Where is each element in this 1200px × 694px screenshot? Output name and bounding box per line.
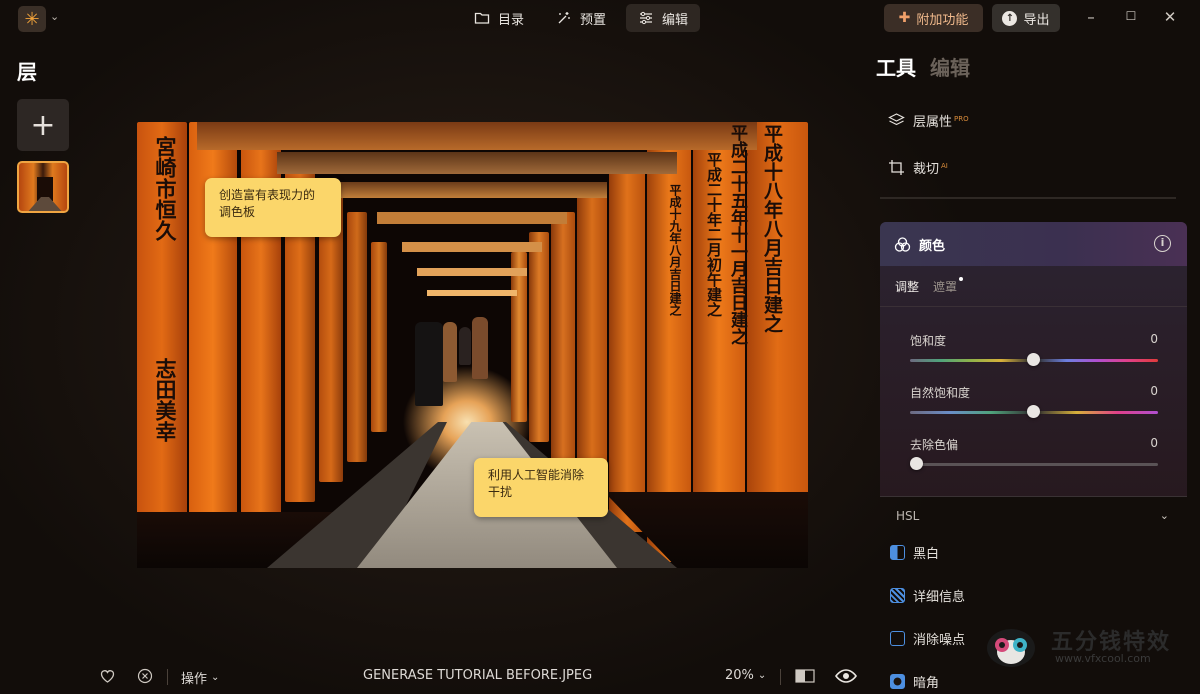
tab-catalog[interactable]: 目录 [462, 4, 536, 32]
magic-wand-icon [558, 12, 570, 24]
pillar-inscription: 平成十八年八月吉日建之 [761, 124, 783, 333]
main-nav-tabs: 目录 预置 编辑 [462, 4, 701, 34]
tool-black-white-label: 黑白 [913, 547, 940, 562]
subtab-adjust[interactable]: 调整 [895, 278, 919, 295]
chevron-down-icon: ⌄ [1159, 509, 1169, 522]
tool-vignette-label: 暗角 [913, 676, 940, 691]
maximize-icon[interactable]: ☐ [1121, 9, 1141, 23]
remove-cast-knob[interactable] [910, 457, 923, 470]
tab-presets[interactable]: 预置 [544, 4, 618, 32]
ai-badge: AI [941, 161, 948, 170]
tool-details[interactable]: 详细信息 [890, 586, 965, 605]
reject-icon[interactable] [137, 668, 153, 684]
tool-layer-properties[interactable]: 层属性 PRO [888, 111, 969, 130]
remove-cast-value: 0 [1150, 436, 1158, 450]
vibrance-slider[interactable]: 自然饱和度 0 [910, 384, 1158, 418]
denoise-icon [890, 631, 905, 646]
tool-black-white[interactable]: 黑白 [890, 543, 939, 562]
puzzle-icon: ✚ [898, 10, 911, 26]
callout-ai-remove: 利用人工智能消除 干扰 [474, 458, 608, 517]
watermark: 五分钱特效 www.vfxcool.com [985, 622, 1185, 674]
sliders-icon [640, 11, 653, 25]
minimize-icon[interactable]: – [1081, 8, 1101, 26]
tab-edits[interactable]: 编辑 [930, 52, 970, 81]
pillar-inscription: 平成二十年二月初午建之 [705, 152, 723, 317]
saturation-knob[interactable] [1027, 353, 1040, 366]
color-tool-card: 颜色 i 调整 遮罩 饱和度 0 自然饱和度 0 去除色偏 0 [880, 222, 1187, 496]
vibrance-label: 自然饱和度 [910, 386, 971, 400]
addons-label: 附加功能 [916, 12, 969, 28]
hsl-label: HSL [896, 508, 920, 523]
app-logo-button[interactable]: ✳ [18, 6, 46, 32]
mascot-logo-icon [987, 629, 1035, 667]
color-subtabs: 调整 遮罩 [895, 277, 964, 295]
layers-stack-icon [888, 113, 905, 126]
tool-denoise[interactable]: 消除噪点 [890, 629, 965, 648]
watermark-url: www.vfxcool.com [1055, 652, 1151, 665]
compare-icon[interactable] [795, 668, 815, 684]
tool-layer-properties-label: 层属性 [913, 115, 953, 130]
tool-crop-label: 裁切 [913, 162, 940, 177]
add-layer-button[interactable]: + [17, 99, 69, 151]
color-tool-header[interactable]: 颜色 i [880, 222, 1187, 266]
actions-menu[interactable]: 操作 ⌄ [181, 668, 219, 687]
export-button[interactable]: ↑ 导出 [992, 4, 1060, 32]
saturation-slider[interactable]: 饱和度 0 [910, 332, 1158, 366]
tab-catalog-label: 目录 [498, 12, 525, 28]
addons-button[interactable]: ✚ 附加功能 [884, 4, 983, 32]
layer-thumbnail[interactable] [17, 161, 69, 213]
pillar-inscription: 平成二十五年十一月吉日建之 [727, 124, 747, 345]
panel-tabs: 工具 编辑 [876, 52, 970, 81]
sun-logo-icon: ✳ [24, 8, 40, 30]
hsl-section[interactable]: HSL ⌄ [880, 496, 1187, 534]
folder-icon [474, 12, 490, 24]
chevron-down-icon: ⌄ [757, 670, 767, 681]
title-bar: ✳ ⌄ 目录 预置 编辑 ✚ 附加功能 ↑ 导出 – ☐ ✕ [0, 0, 1200, 38]
filename: GENERASE TUTORIAL BEFORE.JPEG [363, 668, 593, 683]
upload-icon: ↑ [1002, 10, 1018, 26]
close-icon[interactable]: ✕ [1160, 8, 1180, 26]
tab-edit[interactable]: 编辑 [626, 4, 701, 32]
vibrance-value: 0 [1150, 384, 1158, 398]
saturation-label: 饱和度 [910, 334, 947, 348]
tab-presets-label: 预置 [580, 12, 607, 28]
callout-color-palette: 创造富有表现力的 调色板 [205, 178, 341, 237]
pro-badge: PRO [954, 114, 969, 123]
chevron-down-icon[interactable]: ⌄ [50, 10, 59, 23]
tool-denoise-label: 消除噪点 [913, 633, 966, 648]
heart-icon[interactable] [99, 668, 116, 684]
tab-tools[interactable]: 工具 [876, 52, 916, 81]
pillar-inscription: 宮崎市恒久 [153, 136, 178, 241]
chevron-down-icon: ⌄ [211, 672, 220, 683]
app-window: ✳ ⌄ 目录 预置 编辑 ✚ 附加功能 ↑ 导出 – ☐ ✕ 层 + 宮崎市恒久… [0, 0, 1200, 694]
zoom-select[interactable]: 20% ⌄ [725, 668, 766, 683]
layers-title: 层 [17, 60, 37, 84]
vibrance-knob[interactable] [1027, 405, 1040, 418]
remove-cast-label: 去除色偏 [910, 438, 959, 452]
export-label: 导出 [1023, 12, 1050, 28]
subtab-mask[interactable]: 遮罩 [933, 277, 964, 295]
pillar-inscription: 志田美幸 [153, 358, 178, 442]
saturation-value: 0 [1150, 332, 1158, 346]
photo-canvas[interactable]: 宮崎市恒久 志田美幸 平成十八年八月吉日建之 平成二十五年十一月吉日建之 平成二… [137, 122, 808, 568]
tool-details-label: 详细信息 [913, 590, 966, 605]
crop-icon [889, 160, 904, 175]
tool-crop[interactable]: 裁切 AI [888, 158, 948, 177]
bottom-toolbar: 操作 ⌄ GENERASE TUTORIAL BEFORE.JPEG 20% ⌄ [0, 660, 870, 694]
zoom-value: 20% [725, 668, 754, 683]
detail-icon [890, 588, 905, 603]
remove-cast-slider[interactable]: 去除色偏 0 [910, 436, 1158, 470]
tab-edit-label: 编辑 [662, 12, 689, 28]
actions-label: 操作 [181, 672, 208, 687]
color-circles-icon [894, 236, 911, 252]
info-icon[interactable]: i [1154, 235, 1171, 252]
tool-vignette[interactable]: 暗角 [890, 672, 939, 691]
pillar-inscription: 平成十九年八月吉日建之 [668, 184, 682, 316]
vignette-icon [890, 674, 905, 689]
black-white-icon [890, 545, 905, 560]
preview-eye-icon[interactable] [835, 668, 857, 684]
plus-icon: + [30, 107, 56, 143]
color-tool-title: 颜色 [919, 238, 946, 254]
